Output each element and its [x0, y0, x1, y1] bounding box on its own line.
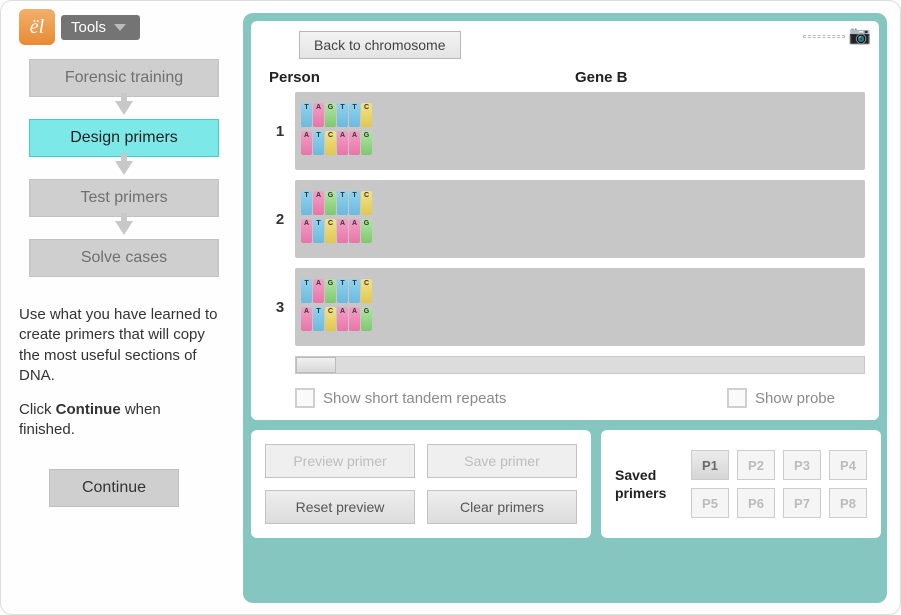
instruction-line-2a: Click: [19, 401, 52, 418]
scrollbar-thumb[interactable]: [296, 357, 336, 373]
step-forensic-training[interactable]: Forensic training: [29, 59, 219, 97]
arrow-down-icon: [115, 221, 133, 235]
row-number: 3: [265, 299, 295, 316]
dna-fragment: TAGTTCATCAAG: [301, 191, 379, 247]
primer-slot-p1[interactable]: P1: [691, 450, 729, 480]
camera-icon[interactable]: 📷: [849, 25, 871, 46]
tools-bar: ël Tools: [19, 9, 140, 45]
step-test-primers[interactable]: Test primers: [29, 179, 219, 217]
header-gene: Gene B: [575, 69, 628, 86]
row-number: 1: [265, 123, 295, 140]
chromosome-panel: 📷 Back to chromosome Person Gene B 1 TAG…: [251, 21, 879, 420]
sidebar: Forensic training Design primers Test pr…: [19, 59, 229, 507]
view-options: Show short tandem repeats Show probe: [295, 388, 835, 408]
primer-actions: Preview primer Save primer Reset preview…: [251, 430, 591, 538]
arrow-down-icon: [115, 161, 133, 175]
reset-preview-button[interactable]: Reset preview: [265, 490, 415, 524]
app-window: ël Tools Forensic training Design primer…: [0, 0, 901, 615]
horizontal-scrollbar[interactable]: [295, 356, 865, 374]
instructions-text: Use what you have learned to create prim…: [19, 305, 219, 441]
row-number: 2: [265, 211, 295, 228]
instruction-bold: Continue: [56, 401, 121, 418]
step-solve-cases[interactable]: Solve cases: [29, 239, 219, 277]
primer-slot-p6[interactable]: P6: [737, 488, 775, 518]
primer-slot-p2[interactable]: P2: [737, 450, 775, 480]
person-rows: 1 TAGTTCATCAAG 2 TAGTTCATCAAG 3 TAGTTCAT…: [265, 92, 865, 346]
dna-track[interactable]: TAGTTCATCAAG: [295, 92, 865, 170]
person-row: 2 TAGTTCATCAAG: [265, 180, 865, 258]
steps-nav: Forensic training Design primers Test pr…: [19, 59, 229, 277]
bottom-panels: Preview primer Save primer Reset preview…: [251, 430, 879, 538]
tools-menu[interactable]: Tools: [61, 15, 140, 40]
primer-slot-p5[interactable]: P5: [691, 488, 729, 518]
show-probe-option: Show probe: [727, 388, 835, 408]
brand-logo: ël: [19, 9, 55, 45]
show-str-option: Show short tandem repeats: [295, 388, 506, 408]
step-design-primers[interactable]: Design primers: [29, 119, 219, 157]
saved-primers-label: Saved primers: [615, 466, 677, 502]
header-person: Person: [265, 69, 575, 86]
dna-track[interactable]: TAGTTCATCAAG: [295, 268, 865, 346]
main-panel: 📷 Back to chromosome Person Gene B 1 TAG…: [243, 13, 887, 603]
primer-slot-p4[interactable]: P4: [829, 450, 867, 480]
show-probe-label: Show probe: [755, 390, 835, 407]
primer-slot-p8[interactable]: P8: [829, 488, 867, 518]
chevron-down-icon: [114, 24, 126, 31]
primer-slot-p3[interactable]: P3: [783, 450, 821, 480]
save-primer-button[interactable]: Save primer: [427, 444, 577, 478]
back-to-chromosome-button[interactable]: Back to chromosome: [299, 31, 461, 59]
column-headers: Person Gene B: [265, 69, 865, 86]
arrow-down-icon: [115, 101, 133, 115]
show-str-label: Show short tandem repeats: [323, 390, 506, 407]
continue-button[interactable]: Continue: [49, 469, 179, 507]
primer-slot-p7[interactable]: P7: [783, 488, 821, 518]
instruction-line-1: Use what you have learned to create prim…: [19, 306, 217, 384]
person-row: 3 TAGTTCATCAAG: [265, 268, 865, 346]
primer-slots: P1 P2 P3 P4 P5 P6 P7 P8: [691, 450, 867, 518]
show-str-checkbox[interactable]: [295, 388, 315, 408]
dna-track[interactable]: TAGTTCATCAAG: [295, 180, 865, 258]
person-row: 1 TAGTTCATCAAG: [265, 92, 865, 170]
saved-primers-panel: Saved primers P1 P2 P3 P4 P5 P6 P7 P8: [601, 430, 881, 538]
show-probe-checkbox[interactable]: [727, 388, 747, 408]
tools-label: Tools: [71, 19, 106, 36]
dna-fragment: TAGTTCATCAAG: [301, 279, 379, 335]
preview-primer-button[interactable]: Preview primer: [265, 444, 415, 478]
dna-fragment: TAGTTCATCAAG: [301, 103, 379, 159]
clear-primers-button[interactable]: Clear primers: [427, 490, 577, 524]
